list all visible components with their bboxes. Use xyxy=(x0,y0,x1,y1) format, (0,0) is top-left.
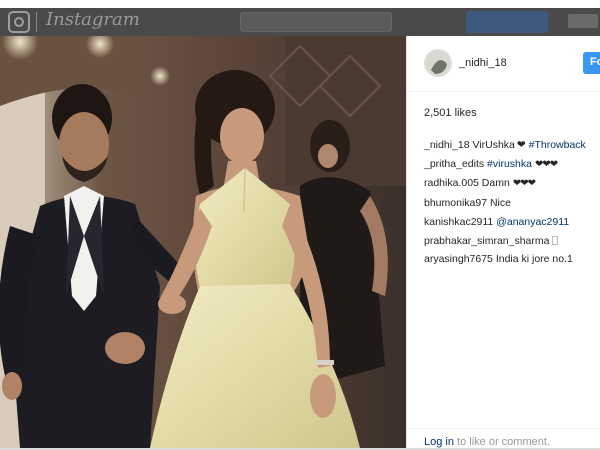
comment-text: Damn xyxy=(481,177,510,190)
instagram-header: Instagram xyxy=(0,8,600,36)
comment-user[interactable]: prabhakar_simran_sharma xyxy=(424,235,549,247)
header-login-button[interactable] xyxy=(466,11,548,33)
comment-list: _nidhi_18 VirUshka ❤ #Throwback _pritha_e… xyxy=(424,136,600,269)
user-avatar[interactable] xyxy=(424,49,452,77)
comment-item: kanishkac2911 @ananyac2911 xyxy=(424,213,600,232)
comment-user[interactable]: aryasingh7675 xyxy=(424,253,493,265)
comment-user[interactable]: radhika.005 xyxy=(424,177,479,189)
window-top-edge xyxy=(0,0,600,8)
comment-item: aryasingh7675 India ki jore no.1 xyxy=(424,250,600,269)
post-username[interactable]: _nidhi_18 xyxy=(459,57,507,69)
avatar-image xyxy=(425,50,451,76)
likes-count[interactable]: 2,501 likes xyxy=(424,107,477,119)
comment-item: bhumonika97 Nice xyxy=(424,194,600,213)
heart-emoji-icon: ❤❤❤ xyxy=(512,178,536,190)
instagram-wordmark[interactable]: Instagram xyxy=(46,9,140,30)
hashtag-link[interactable]: #Throwback xyxy=(529,139,586,151)
header-divider xyxy=(407,91,600,92)
login-link[interactable]: Log in xyxy=(424,436,454,448)
post-photo-image xyxy=(0,36,406,448)
login-prompt-text: to like or comment. xyxy=(457,436,550,448)
mention-link[interactable]: @ananyac2911 xyxy=(496,216,569,228)
comment-text: VirUshka xyxy=(472,139,515,151)
comment-item: _nidhi_18 VirUshka ❤ #Throwback xyxy=(424,136,600,155)
post-sidebar: _nidhi_18 Follow 2,501 likes _nidhi_18 V… xyxy=(406,36,600,448)
comment-user[interactable]: kanishkac2911 xyxy=(424,216,493,228)
comment-item: radhika.005 Damn ❤❤❤ xyxy=(424,174,600,194)
comment-user[interactable]: bhumonika97 xyxy=(424,197,487,209)
footer-divider xyxy=(407,428,600,429)
missing-glyph-icon xyxy=(552,236,559,246)
logo-divider xyxy=(36,12,37,32)
comment-text: India ki jore no.1 xyxy=(495,253,573,266)
comment-user[interactable]: _nidhi_18 xyxy=(424,139,470,151)
comment-item: prabhakar_simran_sharma xyxy=(424,232,600,251)
heart-emoji-icon: ❤ xyxy=(516,139,526,151)
hashtag-link[interactable]: #virushka xyxy=(487,158,532,170)
follow-button[interactable]: Follow xyxy=(583,52,600,74)
comment-user[interactable]: _pritha_edits xyxy=(424,158,484,170)
comment-text: Nice xyxy=(489,197,511,210)
heart-emoji-icon: ❤❤❤ xyxy=(535,158,558,170)
post-photo[interactable] xyxy=(0,36,406,448)
login-prompt: Log in to like or comment. xyxy=(424,436,550,448)
comment-item: _pritha_edits #virushka ❤❤❤ xyxy=(424,155,600,175)
camera-logo-icon[interactable] xyxy=(8,11,30,33)
search-input[interactable] xyxy=(240,12,392,32)
header-signup-link[interactable] xyxy=(568,14,598,28)
